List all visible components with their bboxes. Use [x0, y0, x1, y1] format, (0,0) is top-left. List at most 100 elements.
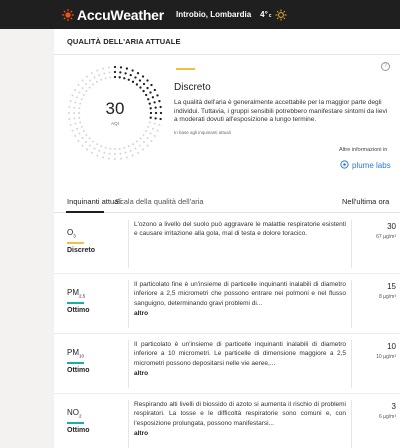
gauge-dot: [137, 151, 139, 154]
brand-name[interactable]: AccuWeather: [77, 7, 164, 23]
pollutant-concentration: 10 µg/m³: [376, 354, 396, 360]
divider: [128, 220, 129, 268]
gauge-dot: [108, 157, 110, 160]
gauge-dot: [98, 74, 101, 77]
pollutants-card: Inquinanti attuali Scala della qualità d…: [54, 187, 400, 448]
location-name[interactable]: Introbio, Lombardia: [176, 10, 251, 19]
pollutant-level-bar: [67, 422, 84, 424]
gauge-dot: [114, 158, 116, 160]
pollutant-description: Il particolato è un'insieme di particell…: [134, 341, 346, 367]
gauge-dot: [109, 147, 112, 150]
divider: [351, 220, 352, 268]
gauge-dot: [85, 90, 88, 93]
pollutant-row[interactable]: NO2 Ottimo Respirando alti livelli di bi…: [54, 394, 400, 448]
gauge-dot: [146, 86, 149, 90]
gauge-dot: [100, 78, 103, 81]
gauge-dot: [123, 146, 126, 149]
gauge-dot: [80, 125, 83, 128]
gauge-dot: [151, 127, 154, 130]
gauge-dot: [136, 72, 140, 75]
gauge-dot: [74, 89, 77, 91]
gauge-dot: [114, 153, 116, 155]
gauge-dot: [93, 76, 96, 79]
more-link[interactable]: altro: [134, 310, 148, 317]
gauge-dot: [135, 140, 138, 143]
gauge-dot: [102, 67, 105, 70]
gauge-dot: [88, 137, 91, 140]
gauge-dot: [77, 84, 80, 86]
divider: [128, 400, 129, 448]
more-link[interactable]: altro: [134, 430, 148, 437]
tab-current-pollutants[interactable]: Inquinanti attuali: [67, 197, 122, 206]
gauge-dot: [81, 79, 84, 82]
pollutant-value: 15: [387, 282, 396, 291]
pollutant-description: Il particolato fine è un'insieme di part…: [134, 281, 346, 307]
gauge-dot: [147, 125, 150, 128]
gauge-dot: [132, 143, 134, 146]
pollutant-value: 3: [391, 402, 396, 411]
gauge-dot: [142, 89, 145, 93]
gauge-dot: [93, 147, 96, 150]
pollutant-row[interactable]: O3 Discreto L'ozono a livello del suolo …: [54, 214, 400, 274]
divider: [128, 340, 129, 388]
gauge-dot: [131, 69, 134, 72]
gauge-dot: [149, 132, 152, 135]
more-link[interactable]: altro: [134, 370, 148, 377]
gauge-dot: [146, 137, 149, 139]
pollutant-concentration: 67 µg/m³: [376, 234, 396, 240]
gauge-dot: [146, 144, 149, 147]
current-air-quality-card: QUALITÀ DELL'ARIA ATTUALE 30 AQI Discret…: [54, 29, 400, 190]
gauge-dot: [153, 135, 156, 137]
tab-air-quality-scale[interactable]: Scala della qualità dell'aria: [115, 197, 204, 206]
pollutant-level: Discreto: [67, 247, 96, 254]
gauge-dot: [139, 137, 142, 140]
gauge-dot: [118, 147, 121, 150]
pollutant-name: O3: [67, 228, 76, 239]
accuweather-logo-icon[interactable]: [62, 8, 74, 21]
gauge-dot: [124, 151, 127, 154]
gauge-dot: [142, 148, 144, 151]
pollutant-row[interactable]: PM10 Ottimo Il particolato è un'insieme …: [54, 334, 400, 394]
sun-icon: [274, 8, 287, 21]
gauge-dot: [88, 86, 91, 89]
divider: [54, 54, 400, 55]
gauge-dot: [81, 87, 84, 89]
aqi-description: La qualità dell'aria è generalmente acce…: [174, 99, 388, 124]
gauge-dot: [77, 140, 80, 142]
pollutant-level-bar: [67, 302, 84, 304]
gauge-dot: [103, 72, 106, 75]
gauge-dot: [78, 91, 81, 94]
aqi-status: Discreto: [174, 82, 211, 93]
pollutant-level-bar: [67, 242, 84, 244]
pollutant-value: 30: [387, 222, 396, 231]
gauge-dot: [96, 80, 98, 83]
gauge-dot: [108, 71, 111, 74]
gauge-dot: [149, 91, 152, 94]
pollutant-concentration: 6 µg/m³: [378, 414, 396, 420]
gauge-dot: [113, 70, 117, 74]
gauge-dot: [131, 80, 135, 83]
gauge-dot: [102, 156, 105, 159]
gauge-dot: [131, 154, 134, 157]
gauge-dot: [91, 72, 93, 75]
gauge-dot: [108, 152, 111, 155]
gauge-dot: [150, 83, 153, 87]
gauge-dot: [71, 94, 74, 97]
gauge-dot: [118, 76, 121, 79]
gauge-dot: [156, 129, 159, 132]
divider: [351, 340, 352, 388]
gauge-dot: [129, 149, 132, 152]
plume-labs-link[interactable]: plume labs: [340, 156, 391, 174]
gauge-dot: [85, 133, 88, 136]
gauge-dot: [85, 141, 87, 143]
pollutant-row[interactable]: PM2.5 Ottimo Il particolato fine è un'in…: [54, 274, 400, 334]
pollutant-description: L'ozono a livello del suolo può aggravar…: [134, 221, 346, 238]
pollutant-level-bar: [67, 362, 84, 364]
gauge-dot: [150, 140, 153, 142]
help-icon[interactable]: ?: [381, 62, 390, 71]
gauge-dot: [108, 66, 110, 69]
gauge-dot: [91, 151, 93, 154]
plume-labs-logo-icon: [340, 156, 349, 174]
gauge-dot: [125, 156, 128, 159]
gauge-dot: [119, 152, 122, 155]
